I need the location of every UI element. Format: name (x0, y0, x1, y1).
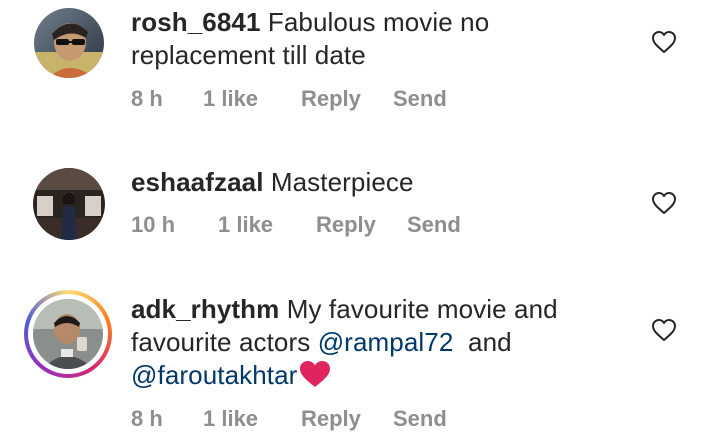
comment-text: rosh_6841 Fabulous movie no replacement … (131, 6, 601, 72)
avatar[interactable] (34, 8, 104, 78)
red-heart-emoji (299, 360, 331, 396)
heart-outline-icon[interactable] (651, 191, 677, 215)
send-button[interactable]: Send (393, 86, 447, 112)
mention-link[interactable]: @rampal72 (318, 327, 454, 357)
avatar[interactable] (33, 168, 105, 240)
reply-button[interactable]: Reply (316, 212, 376, 238)
reply-button[interactable]: Reply (301, 406, 361, 432)
comment-text: eshaafzaal Masterpiece (131, 166, 601, 199)
comment-item: eshaafzaal Masterpiece 10 h 1 like Reply… (0, 160, 720, 260)
heart-outline-icon[interactable] (651, 318, 677, 342)
comment-meta: 10 h 1 like Reply Send (131, 212, 471, 242)
comment-username[interactable]: rosh_6841 (131, 7, 261, 37)
reply-button[interactable]: Reply (301, 86, 361, 112)
comment-meta: 8 h 1 like Reply Send (131, 406, 461, 436)
comment-time: 8 h (131, 406, 163, 431)
comment-username[interactable]: eshaafzaal (131, 167, 264, 197)
comment-meta: 8 h 1 like Reply Send (131, 86, 461, 116)
avatar (33, 299, 103, 369)
comment-username[interactable]: adk_rhythm (131, 294, 279, 324)
like-count[interactable]: 1 like (203, 406, 258, 432)
heart-outline-icon[interactable] (651, 30, 677, 54)
comment-body-continued: and (468, 327, 512, 357)
send-button[interactable]: Send (407, 212, 461, 238)
comment-body: Masterpiece (270, 167, 414, 197)
comment-item: rosh_6841 Fabulous movie no replacement … (0, 0, 720, 130)
comment-time: 8 h (131, 86, 163, 111)
like-count[interactable]: 1 like (203, 86, 258, 112)
send-button[interactable]: Send (393, 406, 447, 432)
comment-text: adk_rhythm My favourite movie and favour… (131, 293, 601, 396)
mention-link[interactable]: @faroutakhtar (131, 360, 297, 390)
like-count[interactable]: 1 like (218, 212, 273, 238)
comment-item: adk_rhythm My favourite movie and favour… (0, 285, 720, 435)
comment-time: 10 h (131, 212, 176, 237)
story-ring[interactable] (24, 290, 112, 378)
